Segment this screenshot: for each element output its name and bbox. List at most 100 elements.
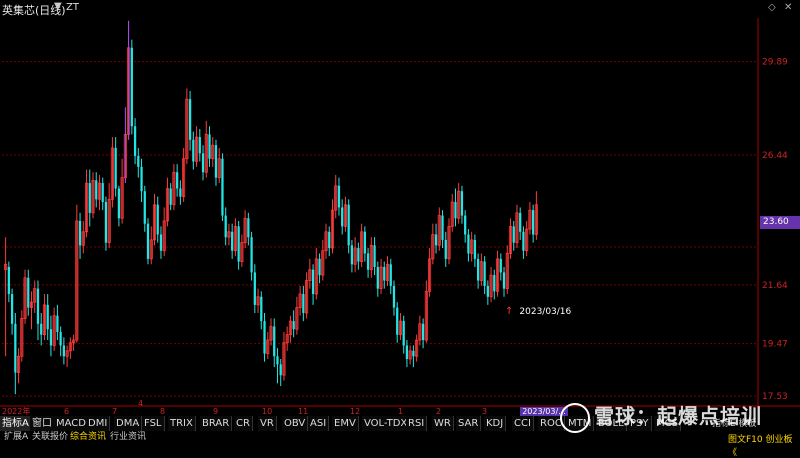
tab-指标a[interactable]: 指标A [0, 416, 32, 431]
subtab-1[interactable]: 关联报价 [30, 431, 70, 443]
candle[interactable] [62, 345, 66, 357]
candle[interactable] [350, 245, 354, 265]
tab-kdj[interactable]: KDJ [484, 416, 507, 431]
candle[interactable] [434, 234, 438, 246]
candle[interactable] [221, 158, 224, 216]
candle[interactable] [392, 285, 396, 308]
candle[interactable] [444, 239, 447, 259]
candle[interactable] [383, 266, 386, 281]
candle[interactable] [176, 172, 179, 189]
candle[interactable] [117, 188, 121, 219]
candle[interactable] [328, 231, 331, 249]
candlestick-chart[interactable]: 29.89 26.44 21.64 19.47 17.53 [0, 0, 800, 443]
candle[interactable] [318, 258, 321, 276]
candle[interactable] [130, 47, 133, 127]
tab-vr[interactable]: VR [258, 416, 277, 431]
candle[interactable] [40, 323, 43, 335]
candle[interactable] [373, 245, 376, 267]
candle[interactable] [146, 223, 150, 259]
candle[interactable] [192, 139, 195, 162]
candle[interactable] [114, 147, 117, 189]
candle[interactable] [347, 204, 350, 246]
candle[interactable] [412, 350, 415, 357]
tab-dmi[interactable]: DMI [86, 416, 111, 431]
candle[interactable] [499, 258, 502, 273]
candle[interactable] [337, 185, 341, 208]
candle[interactable] [156, 204, 159, 235]
candle[interactable] [460, 191, 464, 216]
candle[interactable] [201, 153, 205, 173]
candle[interactable] [214, 145, 218, 178]
tab-rsi[interactable]: RSI [406, 416, 428, 431]
candle[interactable] [78, 220, 82, 246]
candle[interactable] [250, 237, 253, 273]
tab-asi[interactable]: ASI [308, 416, 330, 431]
candle[interactable] [253, 272, 256, 305]
candle[interactable] [441, 215, 444, 240]
tab-trix[interactable]: TRIX [168, 416, 196, 431]
candle[interactable] [36, 288, 40, 324]
candle[interactable] [311, 269, 315, 295]
candle[interactable] [464, 215, 467, 235]
candle[interactable] [208, 134, 211, 159]
candle[interactable] [188, 99, 192, 140]
candle[interactable] [56, 315, 59, 332]
candle[interactable] [231, 231, 234, 251]
candle[interactable] [396, 307, 399, 335]
tab-wr[interactable]: WR [432, 416, 454, 431]
subtab-0[interactable]: 扩展A [2, 431, 30, 443]
candle[interactable] [95, 180, 98, 200]
candle[interactable] [363, 231, 366, 254]
candle[interactable] [179, 188, 182, 197]
candle[interactable] [10, 294, 14, 324]
candle[interactable] [292, 321, 295, 330]
candle[interactable] [237, 226, 240, 262]
candle[interactable] [260, 296, 263, 322]
candle[interactable] [473, 239, 477, 259]
candle[interactable] [486, 285, 489, 297]
candle[interactable] [421, 323, 425, 341]
tab-fsl[interactable]: FSL [142, 416, 165, 431]
tab-macd[interactable]: MACD [54, 416, 89, 431]
candle[interactable] [276, 356, 279, 365]
subtab-3[interactable]: 行业资讯 [108, 431, 148, 443]
candle[interactable] [502, 272, 506, 289]
candle[interactable] [522, 231, 525, 251]
candle[interactable] [512, 226, 515, 243]
candle[interactable] [389, 264, 392, 286]
tab-cr[interactable]: CR [234, 416, 253, 431]
candle[interactable] [402, 321, 405, 346]
candle[interactable] [376, 266, 379, 289]
candle[interactable] [519, 212, 522, 232]
candle[interactable] [302, 294, 305, 313]
candle[interactable] [454, 202, 457, 219]
candle[interactable] [137, 156, 140, 167]
tab-dma[interactable]: DMA [114, 416, 143, 431]
candle[interactable] [46, 304, 49, 330]
tab-vol-tdx[interactable]: VOL-TDX [362, 416, 411, 431]
candle[interactable] [263, 321, 266, 354]
candle[interactable] [133, 126, 137, 157]
candle[interactable] [14, 323, 17, 373]
subtab-2[interactable]: 综合资讯 [68, 431, 108, 443]
candle[interactable] [405, 345, 409, 359]
candle[interactable] [224, 215, 227, 238]
candle[interactable] [532, 210, 535, 235]
candle[interactable] [476, 258, 480, 281]
candle[interactable] [198, 137, 201, 154]
candle[interactable] [7, 266, 10, 295]
tab-obv[interactable]: OBV [282, 416, 309, 431]
tab-brar[interactable]: BRAR [200, 416, 233, 431]
candle[interactable] [483, 261, 486, 286]
candle[interactable] [49, 329, 53, 346]
candle[interactable] [273, 326, 276, 357]
tab-emv[interactable]: EMV [332, 416, 359, 431]
candle[interactable] [357, 248, 360, 262]
candle[interactable] [101, 183, 104, 203]
candle[interactable] [59, 331, 62, 346]
candle[interactable] [27, 277, 30, 308]
candle[interactable] [247, 218, 250, 238]
candle[interactable] [341, 207, 344, 227]
tab-窗口[interactable]: 窗口 [30, 416, 55, 431]
candle[interactable] [169, 188, 172, 205]
